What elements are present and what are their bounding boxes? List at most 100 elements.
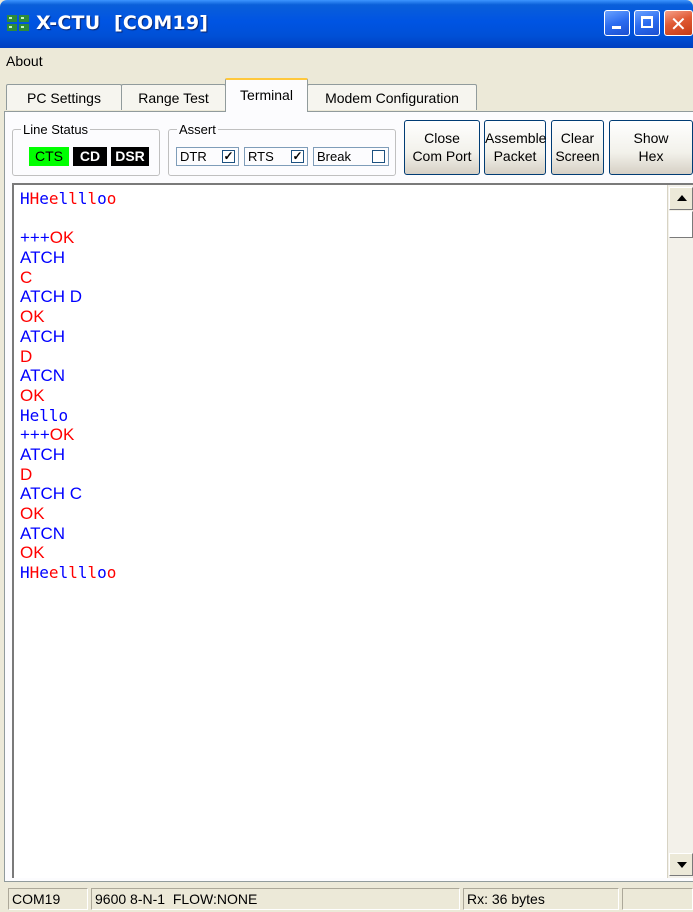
terminal-line: ATCN xyxy=(20,524,660,544)
maximize-icon xyxy=(641,16,653,28)
tab-pc-settings[interactable]: PC Settings xyxy=(6,84,122,110)
received-text: OK xyxy=(49,228,75,248)
received-text: OK xyxy=(20,543,45,563)
terminal-line: ATCN xyxy=(20,366,660,386)
received-text: D xyxy=(20,346,33,366)
menu-about[interactable]: About xyxy=(6,53,43,69)
scroll-thumb[interactable] xyxy=(669,211,693,238)
break-checkbox[interactable]: Break xyxy=(313,147,389,166)
title-bar[interactable]: X-CTU [COM19] ✕ xyxy=(0,0,693,48)
sent-text: +++ xyxy=(20,425,50,445)
received-text: o xyxy=(106,563,117,583)
received-text: l xyxy=(68,189,78,208)
received-text: OK xyxy=(49,425,75,445)
scroll-down-button[interactable] xyxy=(669,853,693,876)
close-icon: ✕ xyxy=(670,12,687,36)
rts-checkbox[interactable]: RTS ✓ xyxy=(244,147,308,166)
received-text: e xyxy=(48,189,59,208)
sent-text: ATCH C xyxy=(20,484,83,504)
received-text: OK xyxy=(20,385,45,405)
terminal-scrollbar[interactable] xyxy=(667,185,693,878)
window-title: X-CTU [COM19] xyxy=(36,12,209,34)
terminal-line: OK xyxy=(20,543,660,563)
terminal-line: ATCH D xyxy=(20,287,660,307)
cd-indicator: CD xyxy=(73,147,107,166)
scroll-up-icon xyxy=(677,195,687,201)
sent-text: ATCH xyxy=(20,444,66,464)
scroll-up-button[interactable] xyxy=(669,187,693,210)
break-label: Break xyxy=(317,149,351,164)
received-text: OK xyxy=(20,307,45,327)
line-status-legend: Line Status xyxy=(23,122,89,137)
close-window-button[interactable]: ✕ xyxy=(664,10,693,36)
assert-legend: Assert xyxy=(179,122,216,137)
terminal-line: OK xyxy=(20,386,660,406)
tab-modem-configuration[interactable]: Modem Configuration xyxy=(307,84,477,110)
close-com-port-label-2: Com Port xyxy=(412,148,472,164)
terminal-line: OK xyxy=(20,504,660,524)
show-hex-button[interactable]: Show Hex xyxy=(609,120,693,175)
sent-text: ATCH xyxy=(20,248,66,268)
sent-text: ATCH xyxy=(20,326,66,346)
maximize-button[interactable] xyxy=(634,10,660,36)
sent-text: ATCH D xyxy=(20,287,83,307)
sent-text: o xyxy=(97,563,107,583)
status-bar: COM19 9600 8-N-1 FLOW:NONE Rx: 36 bytes xyxy=(0,884,693,912)
clear-screen-label-1: Clear xyxy=(560,130,595,146)
received-text: OK xyxy=(20,504,45,523)
sent-text: H xyxy=(20,563,30,583)
sent-text: Hello xyxy=(20,405,69,425)
terminal-line: D xyxy=(20,347,660,367)
terminal-line: C xyxy=(20,268,660,288)
xctu-app-icon xyxy=(7,15,29,31)
terminal-line: ATCH C xyxy=(20,484,660,504)
sent-text: H xyxy=(20,189,30,208)
dtr-label: DTR xyxy=(180,149,207,164)
sent-text: l xyxy=(58,563,69,583)
terminal-line: HHeelllloo xyxy=(20,189,660,209)
tab-range-test[interactable]: Range Test xyxy=(121,84,226,110)
xctu-window: X-CTU [COM19] ✕ About PC Settings Range … xyxy=(0,0,693,912)
minimize-icon xyxy=(612,26,621,29)
break-check-box[interactable] xyxy=(372,150,385,163)
sent-text: o xyxy=(97,189,107,208)
dtr-checkbox[interactable]: DTR ✓ xyxy=(176,147,239,166)
dtr-check-icon[interactable]: ✓ xyxy=(222,150,235,163)
terminal-line: +++OK xyxy=(20,425,660,445)
minimize-button[interactable] xyxy=(604,10,630,36)
scroll-down-icon xyxy=(677,862,687,868)
sent-text: e xyxy=(39,563,49,583)
status-empty-panel xyxy=(622,888,693,910)
received-text: e xyxy=(48,563,59,583)
terminal-line: ATCH xyxy=(20,248,660,268)
received-text: C xyxy=(20,267,33,287)
terminal-output[interactable]: HHeelllloo +++OK ATCH C ATCH D OK ATCH D ATCN OK… xyxy=(12,183,693,878)
received-text: o xyxy=(106,189,117,208)
received-text: l xyxy=(68,563,78,583)
tab-strip: PC Settings Range Test Terminal Modem Co… xyxy=(0,78,693,112)
assemble-packet-button[interactable]: Assemble Packet xyxy=(484,120,546,175)
terminal-line: D xyxy=(20,465,660,485)
rts-check-icon[interactable]: ✓ xyxy=(291,150,304,163)
sent-text: +++ xyxy=(20,228,50,248)
terminal-line: HHeelllloo xyxy=(20,563,660,583)
assemble-packet-label-2: Packet xyxy=(493,148,537,164)
status-port: COM19 xyxy=(8,888,88,910)
sent-text: e xyxy=(39,189,49,208)
received-text: H xyxy=(29,189,40,208)
terminal-line: ATCH xyxy=(20,445,660,465)
status-rx-count: Rx: 36 bytes xyxy=(463,888,619,910)
clear-screen-button[interactable]: Clear Screen xyxy=(551,120,604,175)
terminal-line: Hello xyxy=(20,406,660,426)
received-text: l xyxy=(87,563,98,583)
tab-terminal[interactable]: Terminal xyxy=(225,78,308,112)
dsr-indicator: DSR xyxy=(111,147,149,166)
received-text: D xyxy=(20,464,33,484)
close-com-port-button[interactable]: Close Com Port xyxy=(404,120,480,175)
assemble-packet-label-1: Assemble xyxy=(485,130,547,146)
sent-text: ATCN xyxy=(20,366,66,386)
sent-text: l xyxy=(58,189,69,208)
terminal-line: ATCH xyxy=(20,327,660,347)
show-hex-label-1: Show xyxy=(633,130,669,146)
